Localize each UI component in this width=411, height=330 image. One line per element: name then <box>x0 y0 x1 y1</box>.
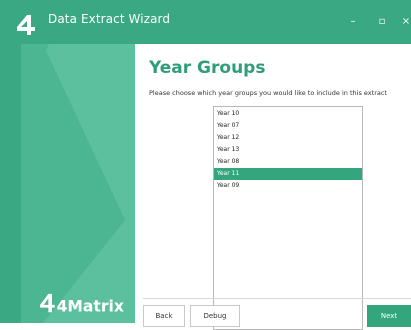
4matrix-logo-icon <box>17 15 35 35</box>
list-item-selected[interactable]: Year 11 <box>214 168 362 180</box>
list-item[interactable]: Year 13 <box>214 144 362 156</box>
list-item[interactable]: Year 09 <box>214 180 362 192</box>
footer-divider <box>143 298 411 299</box>
year-group-listbox[interactable]: Year 10 Year 07 Year 12 Year 13 Year 08 … <box>213 106 363 330</box>
wizard-window: Data Extract Wizard – ▫ × 4Matrix Year G… <box>0 0 411 330</box>
window-title: Data Extract Wizard <box>48 12 171 26</box>
back-button[interactable]: Back <box>143 305 185 327</box>
brand-logo: 4Matrix <box>40 293 124 315</box>
list-item[interactable]: Year 10 <box>214 108 362 120</box>
decorative-arrow-shape <box>21 44 135 323</box>
sidebar-panel: 4Matrix <box>21 44 135 323</box>
minimize-icon[interactable]: – <box>347 17 359 27</box>
maximize-icon[interactable]: ▫ <box>376 17 388 27</box>
list-item[interactable]: Year 07 <box>214 120 362 132</box>
instruction-text: Please choose which year groups you woul… <box>149 89 387 97</box>
list-item[interactable]: Year 12 <box>214 132 362 144</box>
brand-name: 4Matrix <box>57 297 124 315</box>
debug-button[interactable]: Debug <box>190 305 240 327</box>
list-item[interactable]: Year 08 <box>214 156 362 168</box>
page-title: Year Groups <box>149 58 266 78</box>
title-bar[interactable]: Data Extract Wizard – ▫ × <box>0 0 411 41</box>
main-content: Year Groups Please choose which year gro… <box>135 44 411 330</box>
next-button[interactable]: Next <box>367 305 411 327</box>
close-icon[interactable]: × <box>400 17 411 27</box>
